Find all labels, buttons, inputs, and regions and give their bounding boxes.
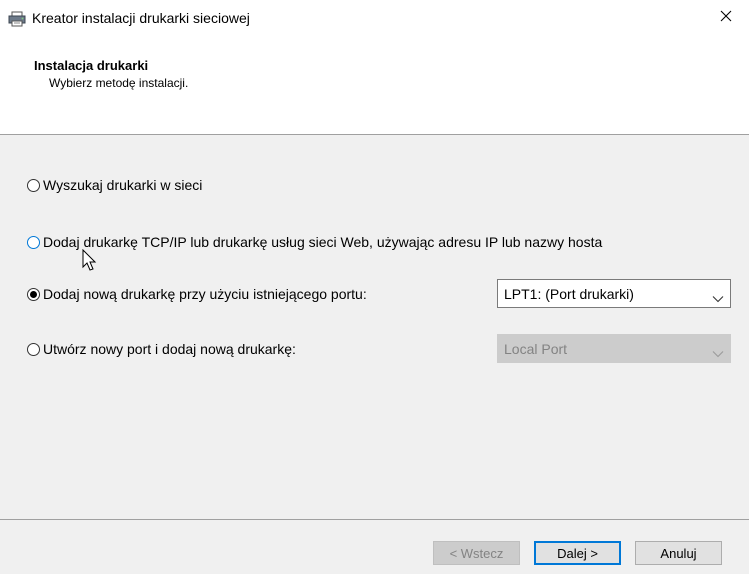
radio-tcpip-printer[interactable]	[27, 235, 40, 249]
option-tcpip-printer[interactable]: Dodaj drukarkę TCP/IP lub drukarkę usług…	[27, 234, 602, 250]
radio-search-printers[interactable]	[27, 178, 40, 192]
next-button[interactable]: Dalej >	[534, 541, 621, 565]
option-search-printers[interactable]: Wyszukaj drukarki w sieci	[27, 177, 202, 193]
option-existing-port[interactable]: Dodaj nową drukarkę przy użyciu istnieją…	[27, 286, 367, 302]
new-port-type-select: Local Port	[497, 334, 731, 363]
wizard-header: Instalacja drukarki Wybierz metodę insta…	[0, 36, 749, 134]
option-new-port-label: Utwórz nowy port i dodaj nową drukarkę:	[43, 341, 296, 357]
close-icon	[720, 9, 732, 27]
window-title: Kreator instalacji drukarki sieciowej	[32, 10, 250, 26]
back-button: < Wstecz	[433, 541, 520, 565]
radio-new-port[interactable]	[27, 342, 40, 356]
page-title: Instalacja drukarki	[34, 58, 149, 73]
title-bar: Kreator instalacji drukarki sieciowej	[0, 0, 749, 36]
page-subtitle: Wybierz metodę instalacji.	[49, 76, 189, 90]
chevron-down-icon	[712, 345, 724, 357]
close-button[interactable]	[703, 0, 749, 36]
option-tcpip-printer-label: Dodaj drukarkę TCP/IP lub drukarkę usług…	[43, 234, 603, 250]
option-search-printers-label: Wyszukaj drukarki w sieci	[43, 177, 203, 193]
existing-port-select[interactable]: LPT1: (Port drukarki)	[497, 279, 731, 308]
option-existing-port-label: Dodaj nową drukarkę przy użyciu istnieją…	[43, 286, 367, 302]
printer-icon	[8, 11, 26, 27]
chevron-down-icon	[712, 290, 724, 302]
existing-port-select-value: LPT1: (Port drukarki)	[504, 285, 634, 302]
radio-existing-port[interactable]	[27, 287, 40, 301]
cancel-button[interactable]: Anuluj	[635, 541, 722, 565]
new-port-type-select-value: Local Port	[504, 340, 568, 357]
wizard-footer: < Wstecz Dalej > Anuluj	[0, 520, 749, 574]
option-new-port[interactable]: Utwórz nowy port i dodaj nową drukarkę:	[27, 341, 296, 357]
